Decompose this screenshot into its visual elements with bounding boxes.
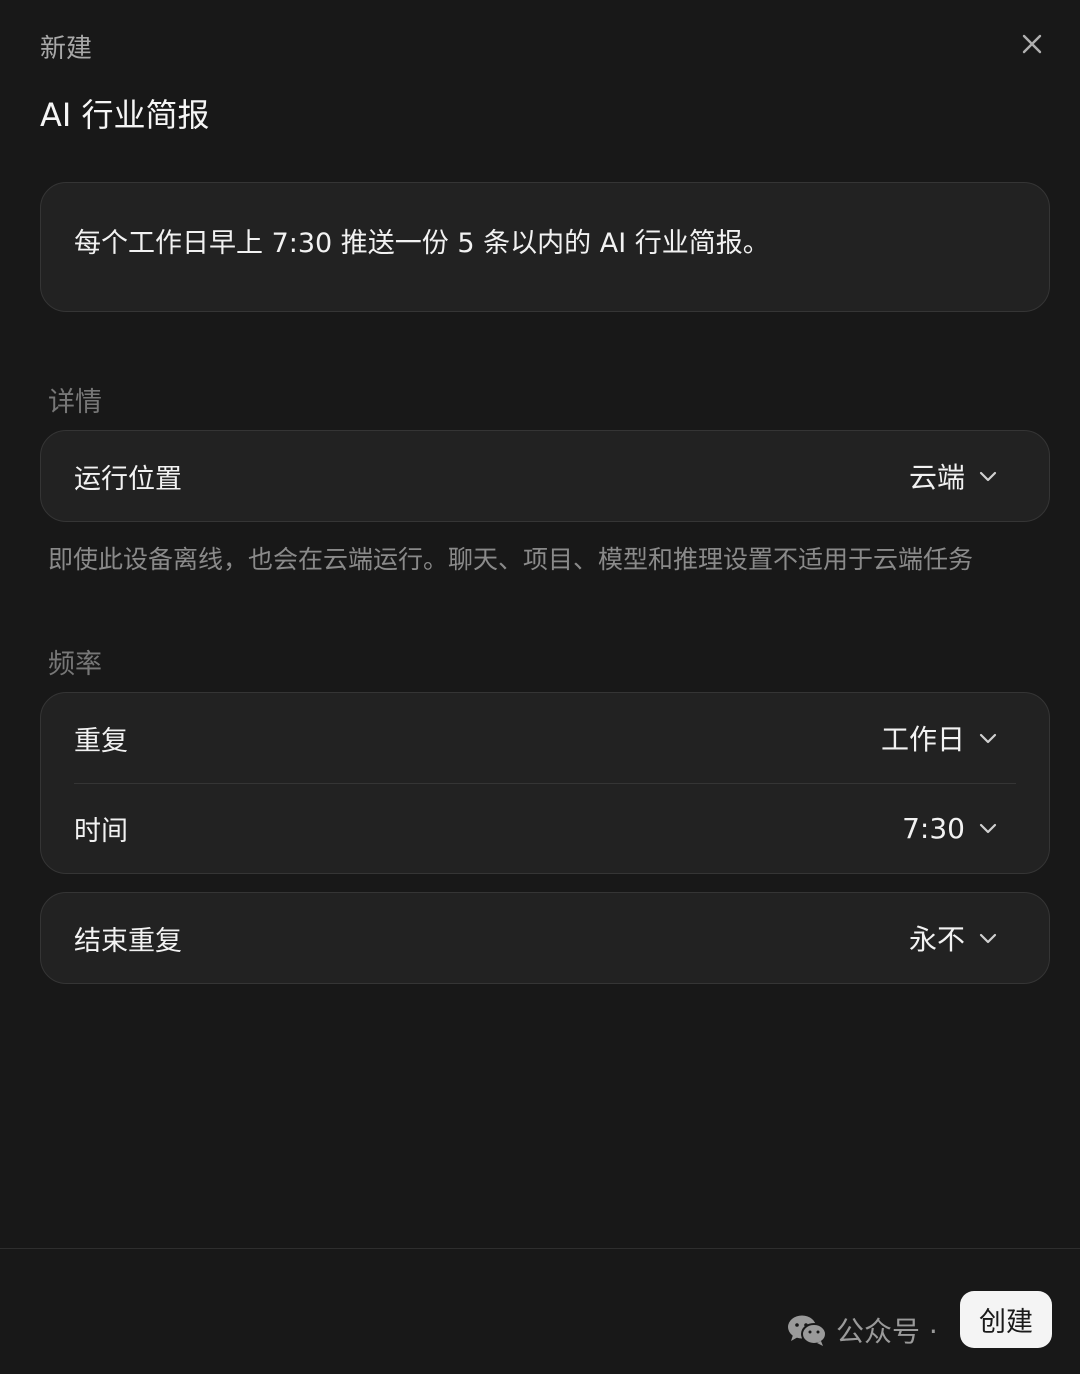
task-prompt-text: 每个工作日早上 7:30 推送一份 5 条以内的 AI 行业简报。	[74, 228, 770, 259]
location-label: 运行位置	[74, 463, 182, 495]
watermark-text: 公众号 ·	[836, 1315, 938, 1348]
repeat-select[interactable]: 工作日	[881, 718, 999, 758]
chevron-down-icon	[977, 465, 999, 487]
wechat-icon	[788, 1315, 827, 1346]
location-hint: 即使此设备离线，也会在云端运行。聊天、项目、模型和推理设置不适用于云端任务	[48, 545, 974, 574]
create-button[interactable]: 创建	[960, 1291, 1052, 1348]
location-value: 云端	[908, 461, 965, 494]
end-repeat-value: 永不	[908, 923, 965, 956]
repeat-value: 工作日	[880, 723, 965, 756]
frequency-section-label: 频率	[48, 649, 102, 680]
end-repeat-card: 结束重复 永不	[40, 892, 1050, 984]
dialog-header-label: 新建	[40, 34, 93, 64]
details-section-label: 详情	[48, 387, 102, 418]
watermark: 公众号 ·	[786, 1310, 938, 1350]
time-label: 时间	[74, 815, 128, 847]
location-select[interactable]: 云端	[909, 456, 999, 496]
footer-divider	[0, 1248, 1080, 1249]
time-value: 7:30	[902, 811, 965, 845]
end-repeat-label: 结束重复	[74, 925, 182, 957]
task-title: AI 行业简报	[40, 96, 210, 134]
task-prompt-field[interactable]: 每个工作日早上 7:30 推送一份 5 条以内的 AI 行业简报。	[40, 182, 1050, 312]
location-row[interactable]: 运行位置 云端	[41, 431, 1049, 521]
chevron-down-icon	[977, 727, 999, 749]
close-icon	[1022, 34, 1042, 54]
time-select[interactable]: 7:30	[902, 812, 999, 845]
repeat-row[interactable]: 重复 工作日	[41, 693, 1049, 783]
time-row[interactable]: 时间 7:30	[41, 783, 1049, 873]
end-repeat-select[interactable]: 永不	[909, 918, 999, 958]
chevron-down-icon	[977, 817, 999, 839]
repeat-label: 重复	[74, 725, 128, 757]
chevron-down-icon	[977, 927, 999, 949]
end-repeat-row[interactable]: 结束重复 永不	[41, 893, 1049, 983]
frequency-card: 重复 工作日 时间 7:30	[40, 692, 1050, 874]
close-button[interactable]	[1014, 26, 1050, 62]
new-task-dialog: 新建 AI 行业简报 每个工作日早上 7:30 推送一份 5 条以内的 AI 行…	[0, 0, 1080, 1374]
location-card: 运行位置 云端	[40, 430, 1050, 522]
